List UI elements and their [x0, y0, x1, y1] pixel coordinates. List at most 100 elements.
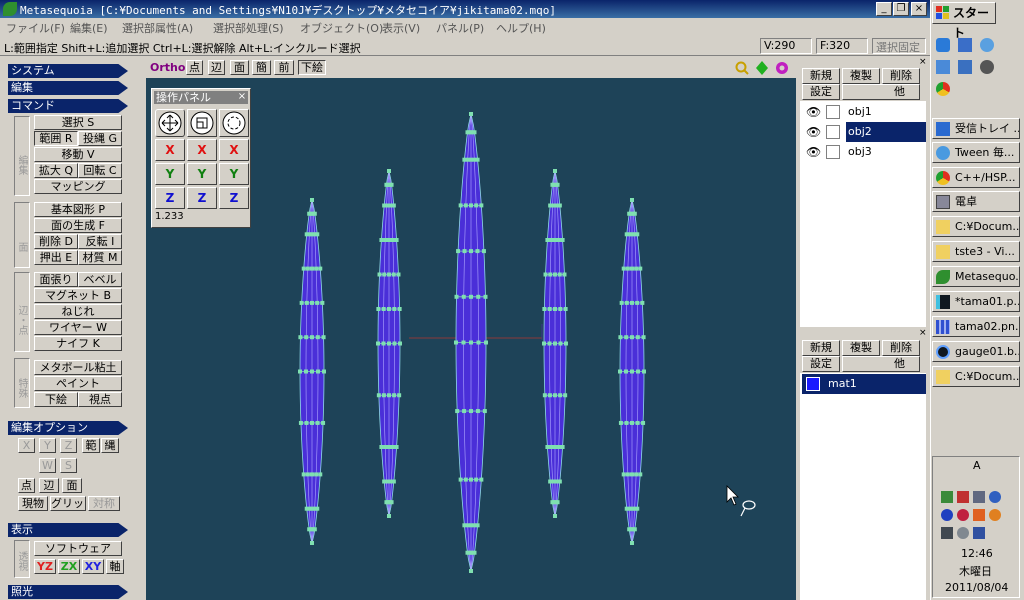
mesh-vertex[interactable]	[479, 477, 484, 482]
mesh-vertex[interactable]	[562, 272, 567, 277]
mesh-vertex[interactable]	[630, 541, 634, 545]
mesh-vertex[interactable]	[475, 523, 480, 528]
mesh-vertex[interactable]	[635, 232, 640, 237]
mesh-vertex[interactable]	[387, 169, 391, 173]
mat-delete-button[interactable]: 削除	[882, 340, 920, 356]
mesh-vertex[interactable]	[298, 369, 302, 374]
mesh-vertex[interactable]	[320, 300, 325, 305]
mesh-vertex[interactable]	[630, 300, 634, 305]
mesh-vertex[interactable]	[463, 203, 468, 208]
select-button[interactable]: 選択 S	[34, 115, 122, 130]
mesh-vertex[interactable]	[553, 238, 557, 242]
mesh-vertex[interactable]	[304, 335, 309, 340]
chrome-quicklaunch-icon[interactable]	[936, 82, 950, 96]
mesh-vertex[interactable]	[625, 266, 630, 271]
menu-help[interactable]: ヘルプ(H)	[496, 20, 546, 36]
mesh-vertex[interactable]	[387, 272, 391, 277]
opt-w-toggle[interactable]: W	[39, 458, 56, 473]
mesh-vertex[interactable]	[632, 527, 637, 532]
selection-lock-toggle[interactable]: 選択固定	[872, 38, 926, 54]
mesh-vertex[interactable]	[310, 300, 314, 305]
scale-button[interactable]: 拡大 Q	[34, 163, 78, 178]
opt-rope-toggle[interactable]: 縄	[101, 438, 119, 453]
mesh-vertex[interactable]	[542, 393, 547, 398]
delete-button[interactable]: 削除 D	[34, 234, 78, 249]
mesh-vertex[interactable]	[549, 238, 554, 242]
mesh-vertex[interactable]	[301, 472, 306, 477]
mesh-vertex[interactable]	[564, 341, 568, 346]
mesh-vertex[interactable]	[454, 294, 459, 299]
mesh-vertex[interactable]	[636, 369, 640, 374]
opt-grid-toggle[interactable]: グリッド	[50, 496, 86, 511]
mesh-vertex[interactable]	[390, 238, 395, 242]
mesh-vertex[interactable]	[563, 393, 568, 398]
mesh-vertex[interactable]	[304, 420, 309, 425]
obj-other-button[interactable]: 他	[842, 84, 920, 100]
mesh-vertex[interactable]	[469, 409, 473, 414]
mesh-vertex[interactable]	[476, 340, 481, 345]
move-button[interactable]: 移動 V	[34, 147, 122, 162]
mesh-vertex[interactable]	[542, 341, 546, 346]
mesh-vertex[interactable]	[625, 472, 630, 477]
mesh-vertex[interactable]	[641, 420, 646, 425]
mesh-vertex[interactable]	[560, 445, 565, 449]
section-system[interactable]: システム	[8, 64, 128, 78]
mesh-vertex[interactable]	[642, 369, 646, 374]
mesh-vertex[interactable]	[479, 203, 484, 208]
task-item[interactable]: C:¥Docum...	[932, 216, 1020, 237]
mat-settings-button[interactable]: 設定	[802, 356, 840, 372]
mesh-vertex[interactable]	[381, 341, 386, 346]
rotate-button[interactable]: 回転 C	[78, 163, 122, 178]
mesh-vertex[interactable]	[557, 272, 562, 277]
mesh-vertex[interactable]	[630, 472, 634, 477]
mesh-vertex[interactable]	[321, 420, 326, 425]
pan-icon[interactable]	[756, 61, 768, 75]
mesh-vertex[interactable]	[640, 300, 645, 305]
mesh-vertex[interactable]	[391, 272, 396, 277]
mesh-vertex[interactable]	[635, 300, 640, 305]
mesh-vertex[interactable]	[379, 445, 384, 449]
mesh-vertex[interactable]	[469, 294, 473, 299]
mesh-vertex[interactable]	[553, 393, 557, 398]
mesh-vertex[interactable]	[475, 249, 480, 254]
task-item[interactable]: 受信トレイ ...	[932, 118, 1020, 139]
mesh-vertex[interactable]	[314, 472, 319, 477]
mesh-vertex[interactable]	[392, 307, 397, 311]
mesh-vertex[interactable]	[469, 112, 473, 116]
op-z-rotate-button[interactable]: Z	[219, 187, 249, 209]
list-item[interactable]: mat1	[802, 374, 926, 394]
view-underlay-toggle[interactable]: 下絵	[298, 60, 326, 75]
section-edit[interactable]: 編集	[8, 81, 128, 95]
obj-delete-button[interactable]: 削除	[882, 68, 920, 84]
mesh-vertex[interactable]	[556, 238, 561, 242]
mesh-vertex[interactable]	[474, 203, 479, 208]
mesh-vertex[interactable]	[305, 266, 310, 271]
mesh-vertex[interactable]	[618, 369, 622, 374]
shield-tray-icon[interactable]	[957, 509, 969, 521]
mesh-vertex[interactable]	[548, 272, 553, 277]
task-item[interactable]: tama02.pn...	[932, 316, 1020, 337]
mesh-vertex[interactable]	[382, 272, 387, 277]
op-rotate-mode-button[interactable]	[219, 109, 249, 137]
task-item[interactable]: gauge01.b...	[932, 341, 1020, 362]
mapping-button[interactable]: マッピング	[34, 179, 122, 194]
restore-button[interactable]: ❐	[893, 2, 909, 16]
operation-panel-close-button[interactable]: ×	[236, 91, 248, 103]
start-button[interactable]: スタート	[932, 2, 996, 40]
mesh-vertex[interactable]	[462, 409, 467, 414]
menu-panel[interactable]: パネル(P)	[436, 20, 484, 36]
mat-other-button[interactable]: 他	[842, 356, 920, 372]
mesh-vertex[interactable]	[555, 500, 560, 505]
mesh-vertex[interactable]	[638, 472, 643, 477]
lock-checkbox[interactable]	[826, 145, 840, 159]
opt-point-toggle[interactable]: 点	[18, 478, 35, 493]
primitive-button[interactable]: 基本図形 P	[34, 202, 122, 217]
opt-range-toggle[interactable]: 範	[82, 438, 100, 453]
mesh-vertex[interactable]	[483, 294, 488, 299]
mesh-vertex[interactable]	[310, 472, 314, 477]
op-z-move-button[interactable]: Z	[155, 187, 185, 209]
op-x-scale-button[interactable]: X	[187, 139, 217, 161]
app-tray-icon[interactable]	[989, 509, 1001, 521]
task-item[interactable]: C:¥Docum...	[932, 366, 1020, 387]
mesh-vertex[interactable]	[475, 409, 480, 414]
